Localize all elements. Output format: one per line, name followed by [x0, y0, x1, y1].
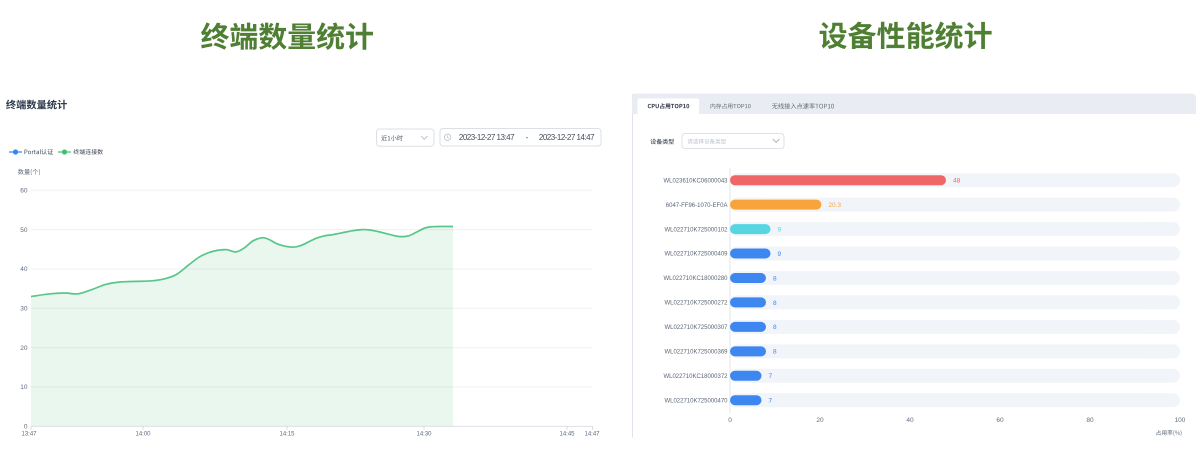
svg-text:WL022710K725000102: WL022710K725000102 — [664, 227, 728, 233]
svg-text:WL022710KC18000280: WL022710KC18000280 — [663, 276, 728, 282]
svg-text:0: 0 — [728, 417, 732, 424]
svg-text:10: 10 — [20, 384, 28, 391]
svg-text:100: 100 — [1175, 417, 1186, 424]
svg-text:8: 8 — [773, 324, 777, 331]
svg-text:50: 50 — [20, 227, 28, 234]
svg-text:7: 7 — [769, 398, 773, 405]
svg-text:40: 40 — [906, 417, 914, 424]
svg-text:WL023610KC06000043: WL023610KC06000043 — [663, 178, 728, 184]
svg-text:2023-12-27 14:47: 2023-12-27 14:47 — [539, 133, 595, 142]
svg-text:WL022710K725000470: WL022710K725000470 — [664, 398, 728, 404]
svg-text:2023-12-27 13:47: 2023-12-27 13:47 — [459, 133, 515, 142]
svg-text:0: 0 — [24, 424, 28, 431]
svg-text:40: 40 — [20, 266, 28, 273]
svg-text:14:30: 14:30 — [416, 432, 432, 438]
svg-text:60: 60 — [20, 188, 28, 195]
svg-text:WL022710K725000307: WL022710K725000307 — [664, 325, 728, 331]
svg-text:9: 9 — [778, 226, 782, 233]
svg-text:8: 8 — [773, 275, 777, 282]
svg-text:60: 60 — [996, 417, 1004, 424]
svg-text:WL022710K725000369: WL022710K725000369 — [664, 350, 728, 356]
svg-text:8: 8 — [773, 349, 777, 356]
svg-text:30: 30 — [20, 306, 28, 313]
svg-text:9: 9 — [778, 251, 782, 258]
svg-text:-: - — [526, 133, 529, 142]
svg-text:20.3: 20.3 — [828, 202, 841, 209]
svg-text:7: 7 — [769, 373, 773, 380]
svg-text:14:45: 14:45 — [559, 432, 575, 438]
svg-text:WL022710K725000409: WL022710K725000409 — [664, 252, 728, 258]
svg-text:48: 48 — [953, 178, 961, 185]
svg-text:14:15: 14:15 — [279, 432, 295, 438]
svg-text:20: 20 — [20, 345, 28, 352]
svg-text:WL022710KC18000372: WL022710KC18000372 — [663, 374, 728, 380]
svg-text:20: 20 — [816, 417, 824, 424]
svg-text:14:00: 14:00 — [135, 432, 151, 438]
svg-text:8: 8 — [773, 300, 777, 307]
svg-text:80: 80 — [1086, 417, 1094, 424]
svg-text:WL022710K725000272: WL022710K725000272 — [664, 301, 728, 307]
svg-text:13:47: 13:47 — [21, 432, 37, 438]
svg-text:6047-FF96-1070-EF0A: 6047-FF96-1070-EF0A — [666, 203, 728, 209]
svg-text:14:47: 14:47 — [584, 432, 600, 438]
